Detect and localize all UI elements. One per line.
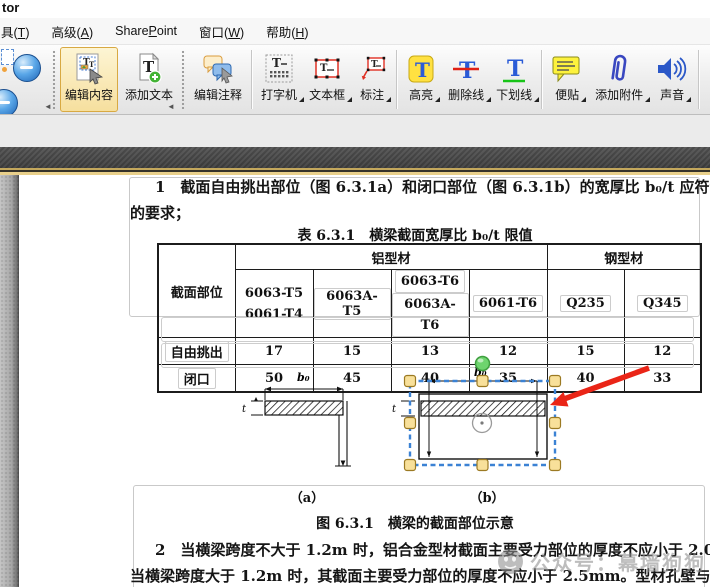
- svg-text:T: T: [320, 63, 328, 74]
- arrow-tool-icon[interactable]: [705, 79, 710, 110]
- diagram-b: b₀ t: [389, 365, 559, 465]
- toolbar-left-cluster: [0, 45, 50, 114]
- highlight-button[interactable]: T 高亮: [401, 47, 441, 112]
- paragraph-1-line-2: 的要求；: [130, 202, 190, 223]
- figure-caption: 图 6.3.1 横梁的截面部位示意: [130, 513, 700, 533]
- document-workspace: 1 截面自由挑出部位（图 6.3.1a）和闭口部位（图 6.3.1b）的宽厚比 …: [0, 175, 710, 587]
- highlight-icon: T: [406, 50, 436, 88]
- menubar: 具(T)高级(A)SharePoint窗口(W)帮助(H): [0, 18, 710, 45]
- edit-content-button[interactable]: T T 编辑内容: [60, 47, 118, 112]
- sticky-note-button[interactable]: 便贴: [546, 47, 588, 112]
- toolbar-drag-handle[interactable]: [181, 50, 186, 109]
- svg-text:T: T: [89, 60, 95, 69]
- table-group-steel: 钢型材: [547, 244, 701, 270]
- toolbar-substrip: [0, 115, 710, 147]
- workspace-left-margin: [0, 175, 20, 587]
- typewriter-button[interactable]: T 打字机: [256, 47, 302, 112]
- orange-dot-icon: [2, 67, 7, 72]
- callout-icon: T: [357, 50, 387, 88]
- caption-b: （b）: [457, 487, 517, 506]
- text-box-icon: T: [312, 50, 342, 88]
- menu-item-1[interactable]: 高级(A): [40, 19, 104, 44]
- paragraph-1-line-1: 1 截面自由挑出部位（图 6.3.1a）和闭口部位（图 6.3.1b）的宽厚比 …: [155, 176, 710, 197]
- svg-text:T: T: [459, 58, 476, 84]
- svg-text:T: T: [507, 56, 524, 82]
- menu-item-4[interactable]: 帮助(H): [255, 19, 319, 44]
- menu-item-3[interactable]: 窗口(W): [188, 19, 255, 44]
- watermark: 公众号：幕墙狗狗: [497, 547, 706, 576]
- sound-icon: [655, 50, 689, 88]
- add-attachment-button[interactable]: 添加附件: [590, 47, 648, 112]
- row-edit-outline[interactable]: [161, 317, 694, 342]
- dim-b0-label: b₀: [297, 371, 310, 384]
- toolbar-overflow-icon[interactable]: ◄: [167, 102, 175, 111]
- caption-a: （a）: [277, 487, 337, 506]
- zoom-in-button[interactable]: [0, 89, 18, 115]
- sticky-note-icon: [551, 50, 583, 88]
- svg-text:T: T: [371, 60, 378, 70]
- table-value: 33: [624, 365, 701, 393]
- table-row-label: 闭口: [158, 365, 235, 393]
- toolbar-overflow-icon[interactable]: ◄: [44, 102, 52, 111]
- svg-text:T: T: [415, 58, 430, 82]
- underline-icon: T: [499, 50, 529, 88]
- line-tool-icon[interactable]: [705, 47, 710, 78]
- toolbar-drag-handle[interactable]: [52, 50, 57, 109]
- strikeout-button[interactable]: T 删除线: [443, 47, 489, 112]
- svg-text:T: T: [272, 56, 281, 70]
- table-group-aluminum: 铝型材: [235, 244, 547, 270]
- dog-logo-icon: [497, 548, 524, 575]
- dark-divider-band: [0, 147, 710, 168]
- typewriter-icon: T: [264, 50, 294, 88]
- gold-divider-line: [0, 168, 710, 175]
- edit-comment-button[interactable]: 编辑注释: [189, 47, 247, 112]
- toolbar-separator: [698, 50, 699, 109]
- text-box-button[interactable]: T 文本框: [304, 47, 350, 112]
- toolbar: T T 编辑内容 T 添加文本: [0, 45, 710, 115]
- table-title: 表 6.3.1 横梁截面宽厚比 b₀/t 限值: [130, 225, 700, 245]
- window-title: tor: [0, 0, 710, 18]
- toolbar-separator: [251, 50, 252, 109]
- zoom-out-button[interactable]: [13, 54, 41, 82]
- sound-button[interactable]: 声音: [650, 47, 694, 112]
- menu-item-2[interactable]: SharePoint: [104, 21, 188, 41]
- add-text-icon: T: [135, 50, 163, 88]
- diagram-a: b₀ t: [239, 369, 369, 475]
- toolbar-separator: [541, 50, 542, 109]
- attachment-icon: [606, 50, 632, 88]
- selection-box-icon: [1, 49, 14, 65]
- callout-button[interactable]: T 标注: [352, 47, 392, 112]
- edit-content-icon: T T: [73, 50, 105, 88]
- dim-t-label: t: [242, 404, 247, 415]
- dim-t-label: t: [392, 404, 397, 415]
- underline-button[interactable]: T 下划线: [491, 47, 537, 112]
- pdf-page: 1 截面自由挑出部位（图 6.3.1a）和闭口部位（图 6.3.1b）的宽厚比 …: [19, 175, 710, 587]
- drawing-tools-group: [705, 47, 710, 114]
- toolbar-separator: [396, 50, 397, 109]
- app-window: tor 具(T)高级(A)SharePoint窗口(W)帮助(H) T T: [0, 0, 710, 587]
- edit-comment-icon: [202, 50, 234, 88]
- watermark-text: 公众号：幕墙狗狗: [530, 547, 706, 576]
- strikeout-icon: T: [451, 50, 481, 88]
- menu-item-0[interactable]: 具(T): [0, 19, 40, 44]
- dim-b0-label: b₀: [474, 366, 487, 379]
